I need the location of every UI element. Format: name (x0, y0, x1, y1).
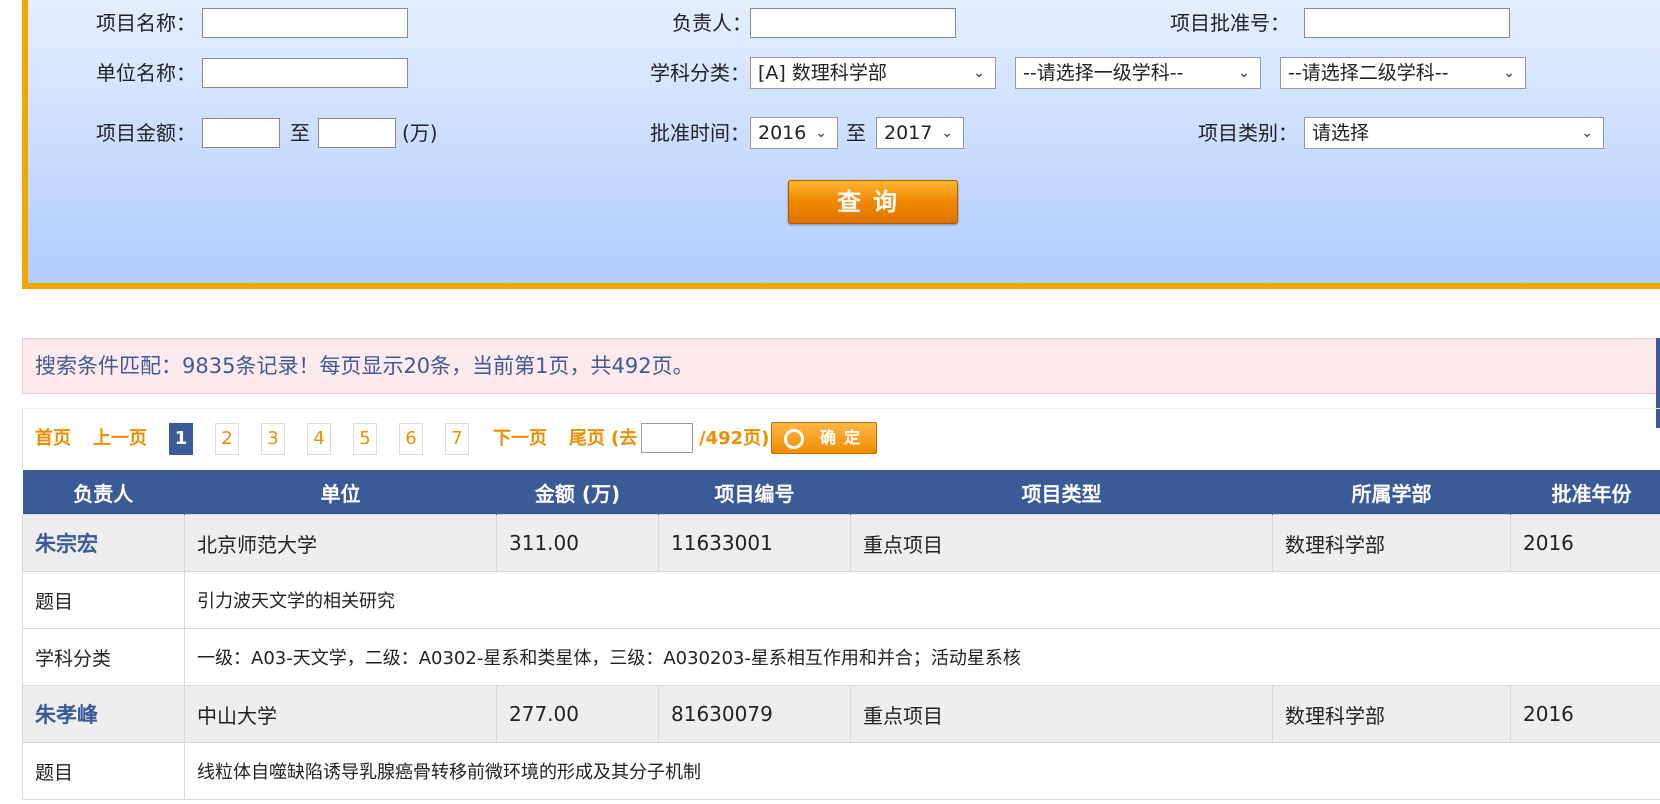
results-table: 负责人 单位 金额 (万) 项目编号 项目类型 所属学部 批准年份 朱宗宏 北京… (22, 470, 1660, 800)
prev-page-link[interactable]: 上一页 (93, 423, 147, 455)
table-header-row: 负责人 单位 金额 (万) 项目编号 项目类型 所属学部 批准年份 (22, 470, 1660, 515)
type-cell: 重点项目 (850, 514, 1273, 572)
goto-page-input[interactable] (641, 423, 693, 453)
unit-name-input[interactable] (202, 58, 408, 88)
year-cell: 2016 (1510, 685, 1660, 743)
discipline-select-value: [A] 数理科学部 (758, 62, 887, 84)
category-select[interactable]: 请选择 ⌄ (1304, 117, 1604, 149)
column-header-type[interactable]: 项目类型 (850, 470, 1273, 515)
amount-unit-label: (万) (402, 121, 438, 145)
column-header-project-no[interactable]: 项目编号 (658, 470, 851, 515)
year-to-select[interactable]: 2017 ⌄ (876, 117, 964, 149)
category-select-value: 请选择 (1312, 122, 1370, 144)
discipline-label: 学科分类： (650, 61, 750, 85)
project-name-input[interactable] (202, 8, 408, 38)
level1-select-value: --请选择一级学科-- (1023, 62, 1184, 84)
amount-cell: 277.00 (496, 685, 659, 743)
unit-cell: 中山大学 (184, 685, 497, 743)
chevron-down-icon: ⌄ (941, 125, 953, 141)
title-label: 题目 (22, 742, 185, 800)
last-page-link[interactable]: 尾页 (569, 423, 605, 455)
approval-no-input[interactable] (1304, 8, 1510, 38)
page-5[interactable]: 5 (353, 423, 377, 455)
discipline-label: 学科分类 (22, 628, 185, 686)
year-cell: 2016 (1510, 514, 1660, 572)
year-to-label: 至 (846, 121, 866, 145)
title-row: 题目 引力波天文学的相关研究 (22, 571, 1660, 629)
page-7[interactable]: 7 (445, 423, 469, 455)
confirm-button-label: 确定 (820, 428, 869, 447)
pi-name-link[interactable]: 朱孝峰 (22, 685, 185, 743)
result-summary: 搜索条件匹配：9835条记录！每页显示20条，当前第1页，共492页。 (22, 338, 1660, 394)
page-6[interactable]: 6 (399, 423, 423, 455)
unit-cell: 北京师范大学 (184, 514, 497, 572)
level2-select-value: --请选择二级学科-- (1288, 62, 1449, 84)
title-value: 线粒体自噬缺陷诱导乳腺癌骨转移前微环境的形成及其分子机制 (184, 742, 1660, 800)
chevron-down-icon: ⌄ (1503, 65, 1515, 81)
column-header-pi[interactable]: 负责人 (22, 470, 185, 515)
discipline-value: 一级：A03-天文学，二级：A0302-星系和类星体，三级：A030203-星系… (184, 628, 1660, 686)
circle-icon (784, 429, 804, 449)
confirm-button[interactable]: 确定 (771, 422, 877, 454)
amount-to-label: 至 (290, 121, 310, 145)
title-row: 题目 线粒体自噬缺陷诱导乳腺癌骨转移前微环境的形成及其分子机制 (22, 742, 1660, 800)
pi-label: 负责人： (672, 11, 752, 35)
year-to-value: 2017 (884, 122, 933, 144)
amount-label: 项目金额： (96, 121, 196, 145)
column-header-unit[interactable]: 单位 (184, 470, 497, 515)
amount-min-input[interactable] (202, 118, 280, 148)
column-header-amount[interactable]: 金额 (万) (496, 470, 659, 515)
chevron-down-icon: ⌄ (1581, 125, 1593, 141)
table-row: 朱宗宏 北京师范大学 311.00 11633001 重点项目 数理科学部 20… (22, 514, 1660, 572)
type-cell: 重点项目 (850, 685, 1273, 743)
table-row: 朱孝峰 中山大学 277.00 81630079 重点项目 数理科学部 2016 (22, 685, 1660, 743)
approval-no-label: 项目批准号： (1170, 11, 1290, 35)
goto-prefix: (去 (611, 428, 638, 449)
search-panel: 项目名称： 负责人： 项目批准号： 单位名称： 学科分类： [A] 数理科学部 … (22, 0, 1660, 289)
discipline-row: 学科分类 一级：A03-天文学，二级：A0302-星系和类星体，三级：A0302… (22, 628, 1660, 686)
first-page-link[interactable]: 首页 (35, 423, 71, 455)
department-cell: 数理科学部 (1272, 514, 1511, 572)
discipline-select[interactable]: [A] 数理科学部 ⌄ (750, 57, 996, 89)
page-1[interactable]: 1 (169, 423, 193, 455)
chevron-down-icon: ⌄ (973, 65, 985, 81)
pi-input[interactable] (750, 8, 956, 38)
title-value: 引力波天文学的相关研究 (184, 571, 1660, 629)
chevron-down-icon: ⌄ (815, 125, 827, 141)
project-name-label: 项目名称： (96, 11, 196, 35)
title-label: 题目 (22, 571, 185, 629)
unit-name-label: 单位名称： (96, 61, 196, 85)
chevron-down-icon: ⌄ (1238, 65, 1250, 81)
query-button[interactable]: 查询 (788, 180, 958, 224)
amount-cell: 311.00 (496, 514, 659, 572)
department-cell: 数理科学部 (1272, 685, 1511, 743)
project-no-cell: 81630079 (658, 685, 851, 743)
page-3[interactable]: 3 (261, 423, 285, 455)
level2-discipline-select[interactable]: --请选择二级学科-- ⌄ (1280, 57, 1526, 89)
level1-discipline-select[interactable]: --请选择一级学科-- ⌄ (1015, 57, 1261, 89)
column-header-department[interactable]: 所属学部 (1272, 470, 1511, 515)
pi-name-link[interactable]: 朱宗宏 (22, 514, 185, 572)
amount-max-input[interactable] (318, 118, 396, 148)
column-header-year[interactable]: 批准年份 (1510, 470, 1660, 515)
category-label: 项目类别： (1198, 121, 1298, 145)
next-page-link[interactable]: 下一页 (493, 423, 547, 455)
page-4[interactable]: 4 (307, 423, 331, 455)
project-no-cell: 11633001 (658, 514, 851, 572)
year-from-select[interactable]: 2016 ⌄ (750, 117, 838, 149)
year-from-value: 2016 (758, 122, 807, 144)
approval-time-label: 批准时间： (650, 121, 750, 145)
goto-suffix: /492页) (699, 428, 770, 449)
page-2[interactable]: 2 (215, 423, 239, 455)
pagination: 首页 上一页 1 2 3 4 5 6 7 下一页 尾页 (去 /492页) 确定 (22, 408, 1660, 470)
